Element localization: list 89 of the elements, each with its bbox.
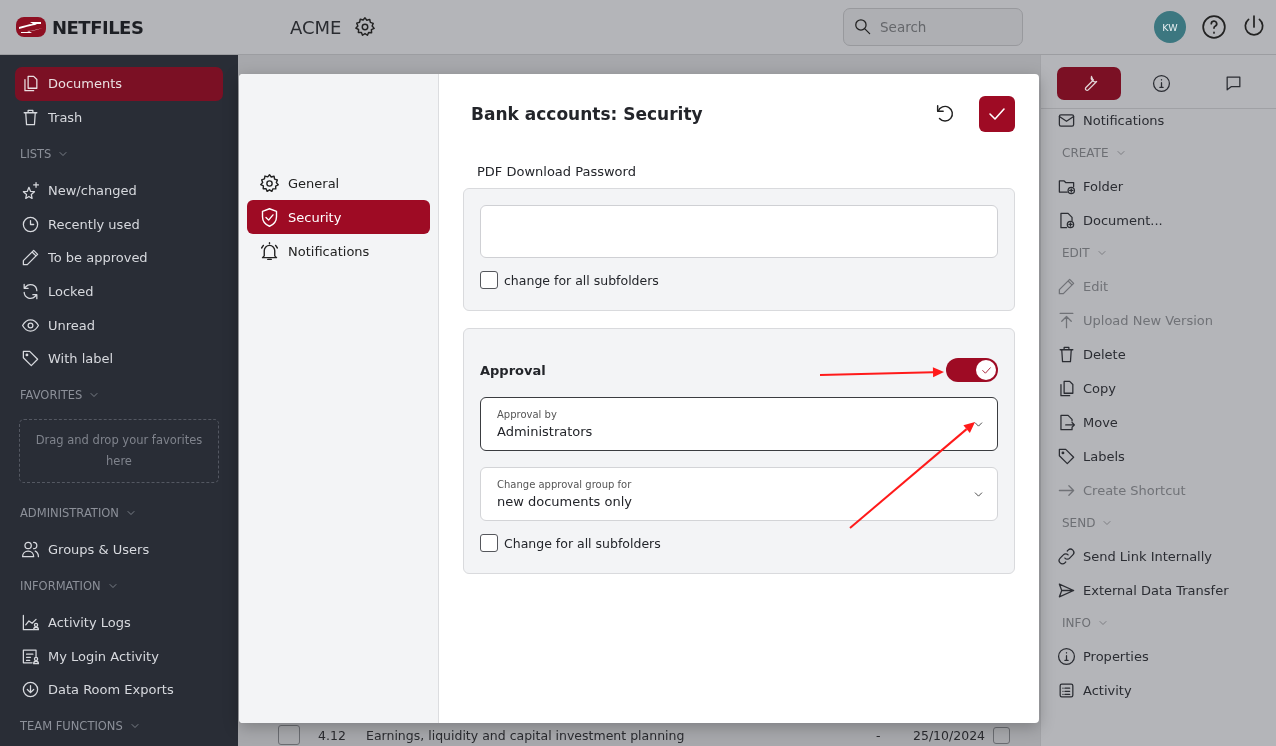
upload-icon	[1057, 310, 1076, 330]
action-item[interactable]: Activity	[1057, 673, 1276, 707]
section-heading: ADMINISTRATION	[20, 505, 119, 520]
checkbox[interactable]	[480, 271, 498, 289]
tag-icon	[21, 349, 40, 369]
section-heading: TEAM FUNCTIONS	[20, 719, 123, 734]
dialog-nav-item[interactable]: General	[247, 166, 430, 200]
action-item[interactable]: Folder	[1057, 169, 1276, 203]
sidebar-item[interactable]: Groups & Users	[15, 532, 223, 567]
approval-by-select[interactable]: Approval by Administrators	[480, 397, 998, 451]
power-button[interactable]	[1242, 15, 1266, 39]
checkbox[interactable]	[480, 534, 498, 552]
file-plus-icon	[1057, 210, 1076, 230]
help-button[interactable]	[1202, 15, 1226, 39]
document-title: Earnings, liquidity and capital investment planning	[366, 727, 686, 743]
sidebar-item[interactable]: Activity Logs	[15, 605, 223, 640]
action-item[interactable]: Document...	[1057, 203, 1276, 237]
move-icon	[1057, 412, 1076, 432]
sidebar-item[interactable]: Data Room Exports	[15, 672, 223, 707]
pencil-icon	[21, 248, 40, 268]
sidebar-item[interactable]: With label	[15, 341, 223, 376]
action-item[interactable]: External Data Transfer	[1057, 573, 1276, 607]
shield-icon	[259, 206, 280, 228]
sidebar-item[interactable]: My Login Activity	[15, 639, 223, 673]
checkbox[interactable]	[278, 725, 300, 745]
sparkle-icon	[21, 181, 40, 201]
section-heading: FAVORITES	[20, 388, 83, 403]
section-heading: INFO	[1062, 616, 1091, 630]
sidebar-item[interactable]: Locked	[15, 274, 223, 309]
action-item[interactable]: Notifications	[1057, 103, 1276, 137]
field-label: PDF Download Password	[476, 163, 637, 181]
dialog-title: Bank accounts: Security	[471, 104, 704, 124]
pencil-icon	[1057, 276, 1076, 296]
action-item[interactable]: Properties	[1057, 639, 1276, 673]
table-cell-text: -	[876, 727, 882, 743]
dialog-nav-item[interactable]: Security	[247, 200, 430, 234]
users-icon	[21, 539, 40, 559]
action-item[interactable]: Move	[1057, 405, 1276, 439]
approval-scope-select[interactable]: Change approval group for new documents only	[480, 467, 998, 521]
tools-tab[interactable]	[1057, 67, 1121, 100]
section-heading: SEND	[1062, 516, 1096, 530]
refresh-icon	[21, 281, 40, 301]
avatar[interactable]: KW	[1154, 11, 1186, 43]
tag-icon	[1057, 446, 1076, 466]
trash-icon	[21, 107, 40, 127]
bell-icon	[259, 240, 280, 262]
undo-icon	[934, 103, 956, 125]
info-icon	[1151, 74, 1171, 93]
row-number: 4.12	[318, 727, 347, 743]
checkbox-label: Change for all subfolders	[504, 535, 661, 551]
section-heading: EDIT	[1062, 246, 1090, 260]
section-heading: CREATE	[1062, 146, 1109, 160]
date-cell-text: 25/10/2024	[913, 727, 987, 743]
search-field[interactable]: Search	[843, 8, 1023, 46]
checkbox-label: change for all subfolders	[504, 272, 659, 288]
action-item[interactable]: Delete	[1057, 337, 1276, 371]
workspace-name: ACME	[290, 16, 342, 38]
dialog-nav-item[interactable]: Notifications	[247, 234, 430, 268]
pages-icon	[21, 74, 40, 94]
favorites-dropzone: Drag and drop your favorites here	[19, 418, 219, 483]
pages-icon	[1057, 378, 1076, 398]
link-icon	[1057, 546, 1076, 566]
logo-text: NETFILES	[52, 16, 144, 38]
sidebar-item[interactable]: To be approved	[15, 241, 223, 275]
approval-toggle[interactable]	[946, 358, 998, 382]
password-field[interactable]	[480, 205, 998, 258]
info-icon	[1057, 646, 1076, 666]
save-button[interactable]	[979, 96, 1015, 132]
toggle-label: Approval	[480, 362, 546, 378]
sidebar-item[interactable]: New/changed	[15, 173, 223, 208]
section-heading: LISTS	[20, 147, 52, 161]
sidebar-item[interactable]: Documents	[15, 67, 223, 101]
gear-icon	[354, 16, 377, 38]
sidebar-item[interactable]: Trash	[15, 100, 223, 135]
clock-icon	[21, 214, 40, 234]
trash-icon	[1057, 344, 1076, 364]
action-item[interactable]: Copy	[1057, 371, 1276, 405]
action-item[interactable]: Labels	[1057, 439, 1276, 473]
sidebar-item[interactable]: Unread	[15, 308, 223, 342]
gear-icon	[259, 172, 280, 194]
section-heading: INFORMATION	[20, 578, 101, 593]
settings-button[interactable]	[353, 15, 378, 39]
action-item[interactable]: Send Link Internally	[1057, 539, 1276, 573]
help-icon	[1201, 14, 1227, 40]
logo-icon	[16, 17, 46, 37]
chart-icon	[21, 612, 40, 632]
sidebar-item[interactable]: Recently used	[15, 207, 223, 241]
checkbox[interactable]	[993, 726, 1010, 744]
download-icon	[21, 680, 40, 700]
